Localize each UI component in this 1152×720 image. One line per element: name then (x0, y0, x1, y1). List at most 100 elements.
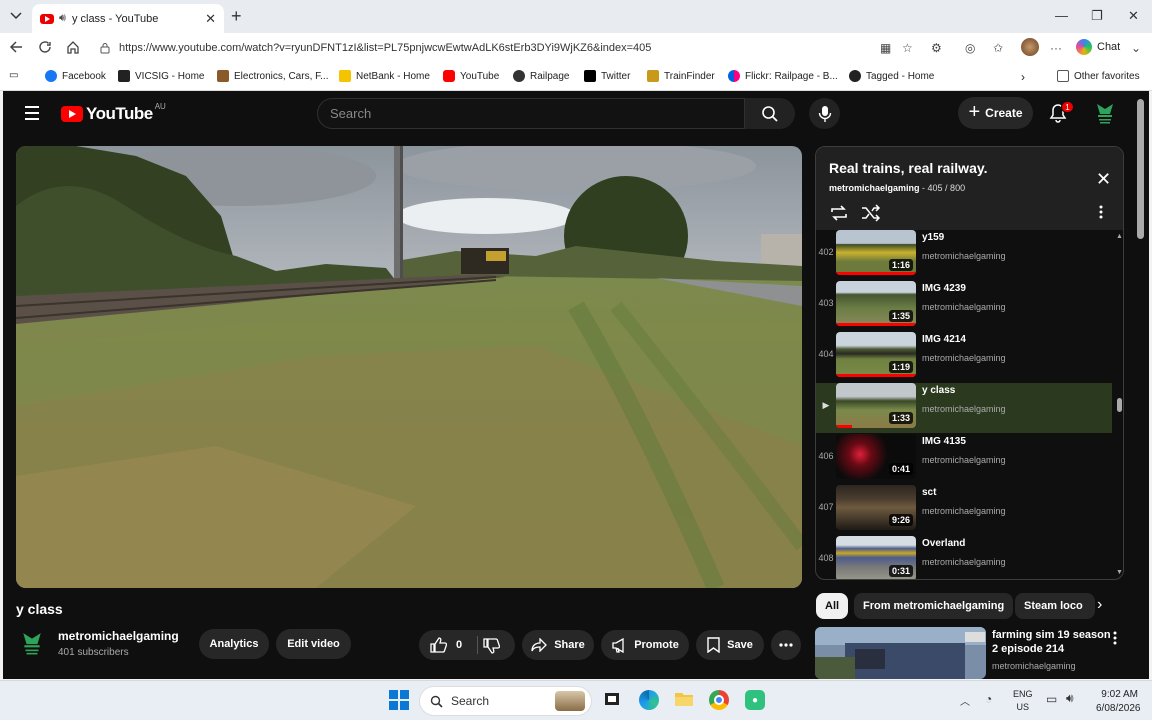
audio-playing-icon[interactable]: 🔊︎ (59, 12, 66, 25)
copilot-chat-button[interactable]: Chat (1076, 39, 1120, 55)
playlist-title[interactable]: Real trains, real railway. (829, 160, 988, 176)
favorite-electronics[interactable]: Electronics, Cars, F... (217, 70, 328, 82)
minimize-icon[interactable]: — (1055, 8, 1068, 23)
favorite-vicsig[interactable]: VICSIG - Home (118, 70, 204, 82)
loop-playlist-icon[interactable] (829, 204, 849, 222)
edit-video-button[interactable]: Edit video (276, 629, 351, 659)
playlist-item[interactable]: 402 1:16 y159 metromichaelgaming (816, 230, 1112, 280)
close-playlist-icon[interactable]: ✕ (1096, 169, 1111, 190)
guide-menu-icon[interactable] (25, 106, 39, 124)
playlist-more-icon[interactable] (1099, 205, 1103, 219)
system-clock[interactable]: 9:02 AM 6/08/2026 (1096, 688, 1141, 716)
voice-search-button[interactable] (809, 98, 840, 129)
more-options-icon[interactable]: ··· (1050, 41, 1062, 55)
favorite-tagged[interactable]: Tagged - Home (849, 70, 934, 82)
favorites-icon[interactable]: ✩ (993, 41, 1003, 55)
vicsig-icon (118, 70, 130, 82)
search-button[interactable] (745, 98, 795, 129)
dislike-button[interactable] (483, 638, 500, 654)
favorites-overflow-chevron-icon[interactable]: › (1021, 70, 1025, 84)
recommendation-title[interactable]: farming sim 19 season 2 episode 214 (992, 628, 1117, 656)
profile-avatar[interactable] (1021, 38, 1039, 56)
favorite-flickr[interactable]: Flickr: Railpage - B... (728, 70, 838, 82)
input-language-indicator[interactable]: ENG US (1013, 688, 1033, 714)
recommendation-more-icon[interactable] (1113, 631, 1117, 645)
browser-essentials-icon[interactable]: ◎ (965, 41, 975, 55)
chip-from-channel[interactable]: From metromichaelgaming (854, 593, 1014, 619)
back-icon[interactable] (9, 40, 23, 54)
chip-all[interactable]: All (816, 593, 849, 619)
show-hidden-icons-chevron-icon[interactable]: ︿ (960, 693, 970, 708)
like-dislike-group: 0 (419, 630, 515, 660)
favorite-youtube[interactable]: YouTube (443, 70, 499, 82)
chips-next-chevron-icon[interactable]: › (1097, 596, 1102, 614)
file-explorer-icon[interactable] (674, 690, 694, 710)
promote-button[interactable]: Promote (601, 630, 689, 660)
search-highlight-icon (555, 691, 585, 711)
page-scrollbar-thumb[interactable] (1137, 99, 1144, 239)
address-bar[interactable]: https://www.youtube.com/watch?v=ryunDFNT… (90, 36, 924, 60)
favorite-facebook[interactable]: Facebook (45, 70, 106, 82)
home-icon[interactable] (66, 40, 80, 54)
save-button[interactable]: Save (696, 630, 764, 660)
taskbar-search[interactable]: Search (419, 686, 592, 716)
tab-youtube[interactable]: 🔊︎ y class - YouTube ✕ (32, 4, 224, 33)
network-icon[interactable]: ▭ (1046, 692, 1057, 706)
like-button[interactable]: 0 (430, 637, 462, 653)
favorite-star-icon[interactable]: ☆ (902, 41, 913, 55)
tab-actions-chevron-icon[interactable] (6, 7, 26, 25)
scroll-down-icon[interactable]: ▼ (1116, 569, 1123, 576)
playlist-scrollbar[interactable]: ▲ ▼ (1114, 230, 1123, 579)
favorite-trainfinder[interactable]: TrainFinder (647, 70, 715, 82)
chrome-icon[interactable] (709, 690, 729, 710)
channel-name[interactable]: metromichaelgaming (58, 629, 179, 643)
new-tab-button[interactable]: + (231, 6, 242, 27)
favorites-menu-icon[interactable]: ▭ (9, 70, 18, 81)
volume-icon[interactable]: 🔊︎ (1066, 691, 1074, 706)
youtube-search-input[interactable]: Search (317, 98, 745, 129)
playlist-item-channel: metromichaelgaming (922, 557, 1006, 567)
close-tab-icon[interactable]: ✕ (205, 11, 216, 27)
tagged-icon (849, 70, 861, 82)
app-icon[interactable]: ● (745, 690, 765, 710)
video-player[interactable] (16, 146, 802, 588)
playlist-item-index: 406 (818, 451, 834, 461)
scroll-thumb[interactable] (1117, 398, 1122, 412)
site-info-icon[interactable] (99, 42, 111, 54)
account-avatar[interactable] (1094, 101, 1116, 125)
analytics-button[interactable]: Analytics (199, 629, 269, 659)
chip-steam-loco[interactable]: Steam loco (1015, 593, 1095, 619)
favorite-railpage[interactable]: Railpage (513, 70, 569, 82)
edge-browser-icon[interactable] (639, 690, 659, 710)
share-button[interactable]: Share (522, 630, 594, 660)
playlist-item[interactable]: 407 9:26 sct metromichaelgaming (816, 485, 1112, 535)
youtube-logo[interactable]: YouTube AU (61, 102, 166, 124)
playlist-item[interactable]: 404 1:19 IMG 4214 metromichaelgaming (816, 332, 1112, 382)
security-icon[interactable]: ◔ (985, 692, 992, 706)
favorite-netbank[interactable]: NetBank - Home (339, 70, 430, 82)
shuffle-icon[interactable] (861, 204, 881, 222)
windows-start-icon[interactable] (389, 690, 409, 710)
playlist-item[interactable]: 408 0:31 Overland metromichaelgaming (816, 536, 1112, 579)
more-actions-button[interactable] (771, 630, 801, 660)
playlist-item[interactable]: 403 1:35 IMG 4239 metromichaelgaming (816, 281, 1112, 331)
close-window-icon[interactable]: ✕ (1128, 8, 1139, 24)
favorite-twitter[interactable]: Twitter (584, 70, 630, 82)
sidebar-chevron-icon[interactable]: ⌄ (1131, 41, 1141, 55)
split-screen-icon[interactable]: ▦ (880, 41, 891, 55)
playlist-item-current[interactable]: ▶ 1:33 y class metromichaelgaming (816, 383, 1112, 433)
playlist-item[interactable]: 406 0:41 IMG 4135 metromichaelgaming (816, 434, 1112, 484)
thumbs-down-icon (483, 638, 500, 654)
refresh-icon[interactable] (38, 40, 52, 54)
other-favorites[interactable]: Other favorites (1057, 70, 1140, 82)
create-button[interactable]: + Create (958, 97, 1033, 129)
channel-avatar[interactable] (20, 629, 44, 657)
extensions-icon[interactable]: ⚙ (931, 41, 942, 55)
playlist-item-thumbnail: 0:41 (836, 434, 916, 479)
task-view-icon[interactable] (603, 690, 623, 710)
recommendation-thumbnail[interactable] (815, 627, 986, 679)
maximize-icon[interactable]: ❐ (1091, 8, 1103, 24)
playlist-owner[interactable]: metromichaelgaming (829, 183, 920, 193)
scroll-up-icon[interactable]: ▲ (1116, 233, 1123, 240)
playlist-meta: metromichaelgaming - 405 / 800 (829, 183, 965, 193)
